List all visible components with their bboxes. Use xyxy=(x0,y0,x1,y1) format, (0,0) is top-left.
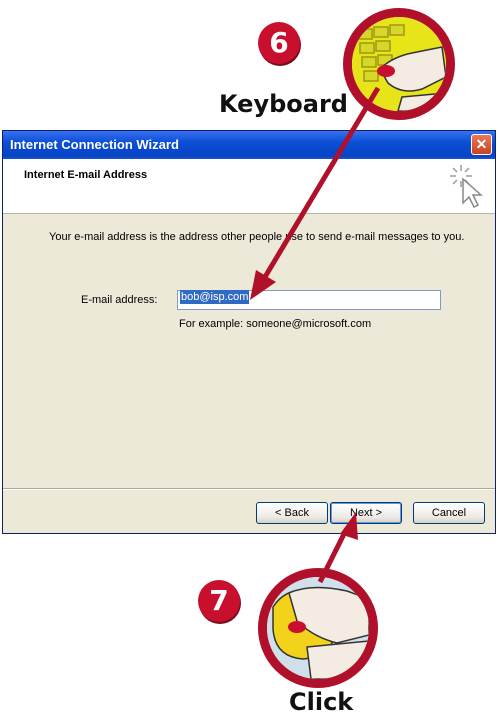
next-button[interactable]: Next > xyxy=(330,502,402,524)
click-label: Click xyxy=(289,688,354,716)
keyboard-callout xyxy=(343,8,455,120)
hand-on-mouse-icon xyxy=(267,577,369,679)
hand-on-keyboard-icon xyxy=(352,17,446,111)
email-example-text: For example: someone@microsoft.com xyxy=(179,318,372,330)
email-address-label: E-mail address: xyxy=(81,294,158,306)
mouse-callout xyxy=(258,568,378,688)
cursor-sparkle-icon xyxy=(450,165,483,209)
email-address-input[interactable]: bob@isp.com xyxy=(177,290,441,310)
page-title: Internet E-mail Address xyxy=(24,169,148,181)
email-address-value: bob@isp.com xyxy=(180,290,250,304)
title-bar[interactable]: Internet Connection Wizard ✕ xyxy=(3,131,495,159)
internet-connection-wizard-dialog: Internet Connection Wizard ✕ Internet E-… xyxy=(2,130,496,534)
keyboard-label: Keyboard xyxy=(219,90,348,118)
wizard-header: Internet E-mail Address xyxy=(3,159,495,214)
step-7-badge: 7 xyxy=(198,580,240,622)
close-icon: ✕ xyxy=(475,136,488,152)
step-6-badge: 6 xyxy=(258,22,300,64)
close-button[interactable]: ✕ xyxy=(471,134,492,155)
description-text: Your e-mail address is the address other… xyxy=(49,231,465,243)
footer-divider xyxy=(3,488,495,490)
back-button[interactable]: < Back xyxy=(256,502,328,524)
window-title: Internet Connection Wizard xyxy=(10,137,179,152)
cancel-button[interactable]: Cancel xyxy=(413,502,485,524)
